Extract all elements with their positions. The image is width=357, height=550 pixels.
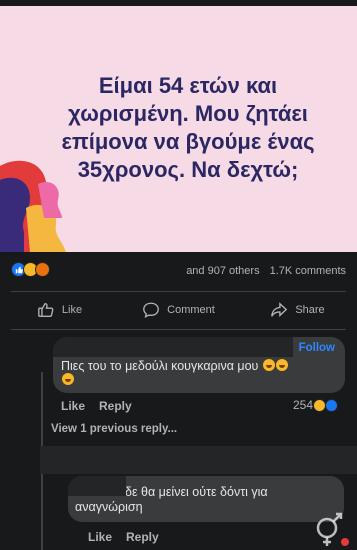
post-actions: Like Comment Share	[0, 296, 357, 324]
comment-text: Πιες του το μεδούλι κουγκαρινα μου	[61, 359, 331, 387]
reply-reply-button[interactable]: Reply	[126, 530, 159, 544]
comments-count[interactable]: 1.7K comments	[270, 265, 346, 277]
follow-button[interactable]: Follow	[299, 342, 335, 354]
reply-like-button[interactable]: Like	[88, 530, 112, 544]
comment-actions: Like Reply	[61, 399, 132, 413]
headline-line: Είμαι 54 ετών και	[98, 73, 278, 98]
headline-line: επίμονα να βγούμε ένας	[61, 129, 315, 154]
redacted-author	[68, 476, 126, 496]
share-icon	[271, 302, 288, 317]
headline-line: χωρισμένη. Μου ζητάει	[68, 101, 308, 126]
comment-like-button[interactable]: Like	[61, 399, 85, 413]
laughing-emoji-icon	[262, 359, 275, 371]
like-button[interactable]: Like	[0, 296, 119, 324]
thread-connector	[41, 372, 43, 432]
comment-icon	[143, 302, 160, 319]
illustration-women-silhouettes	[0, 160, 66, 252]
thumbs-up-icon	[38, 303, 54, 317]
divider	[11, 291, 346, 292]
comment-reply-button[interactable]: Reply	[99, 399, 132, 413]
reaction-icons	[11, 262, 50, 280]
post-headline: Είμαι 54 ετών και χωρισμένη. Μου ζητάει …	[40, 72, 336, 184]
divider	[11, 329, 346, 330]
view-previous-replies-link[interactable]: View 1 previous reply...	[51, 423, 177, 435]
headline-line: 35χρονος. Να δεχτώ;	[77, 157, 299, 182]
reaction-meta: and 907 others 1.7K comments	[186, 265, 346, 277]
reaction-count-value: 254	[293, 398, 314, 412]
like-label: Like	[61, 304, 83, 316]
angry-icon	[35, 262, 50, 277]
watermark-logo	[316, 512, 349, 546]
reply-actions: Like Reply	[88, 530, 159, 544]
reaction-summary[interactable]: and 907 others 1.7K comments	[0, 258, 357, 284]
share-button[interactable]: Share	[238, 296, 357, 324]
redacted-reply	[40, 446, 357, 474]
comment-button[interactable]: Comment	[119, 296, 238, 324]
comment-label: Comment	[167, 304, 215, 316]
comment-text-body: Πιες του το μεδούλι κουγκαρινα μου	[61, 359, 259, 373]
share-label: Share	[295, 304, 325, 316]
reply-text-line: αναγνώριση	[75, 500, 143, 514]
comment-reaction-count[interactable]: 254	[293, 398, 339, 412]
post-image[interactable]: Είμαι 54 ετών και χωρισμένη. Μου ζητάει …	[0, 6, 357, 252]
redacted-author	[53, 337, 293, 357]
like-icon	[325, 398, 339, 412]
laughing-emoji-icon	[275, 359, 288, 371]
reaction-others-count[interactable]: and 907 others	[186, 265, 259, 277]
laughing-emoji-icon	[62, 373, 74, 385]
